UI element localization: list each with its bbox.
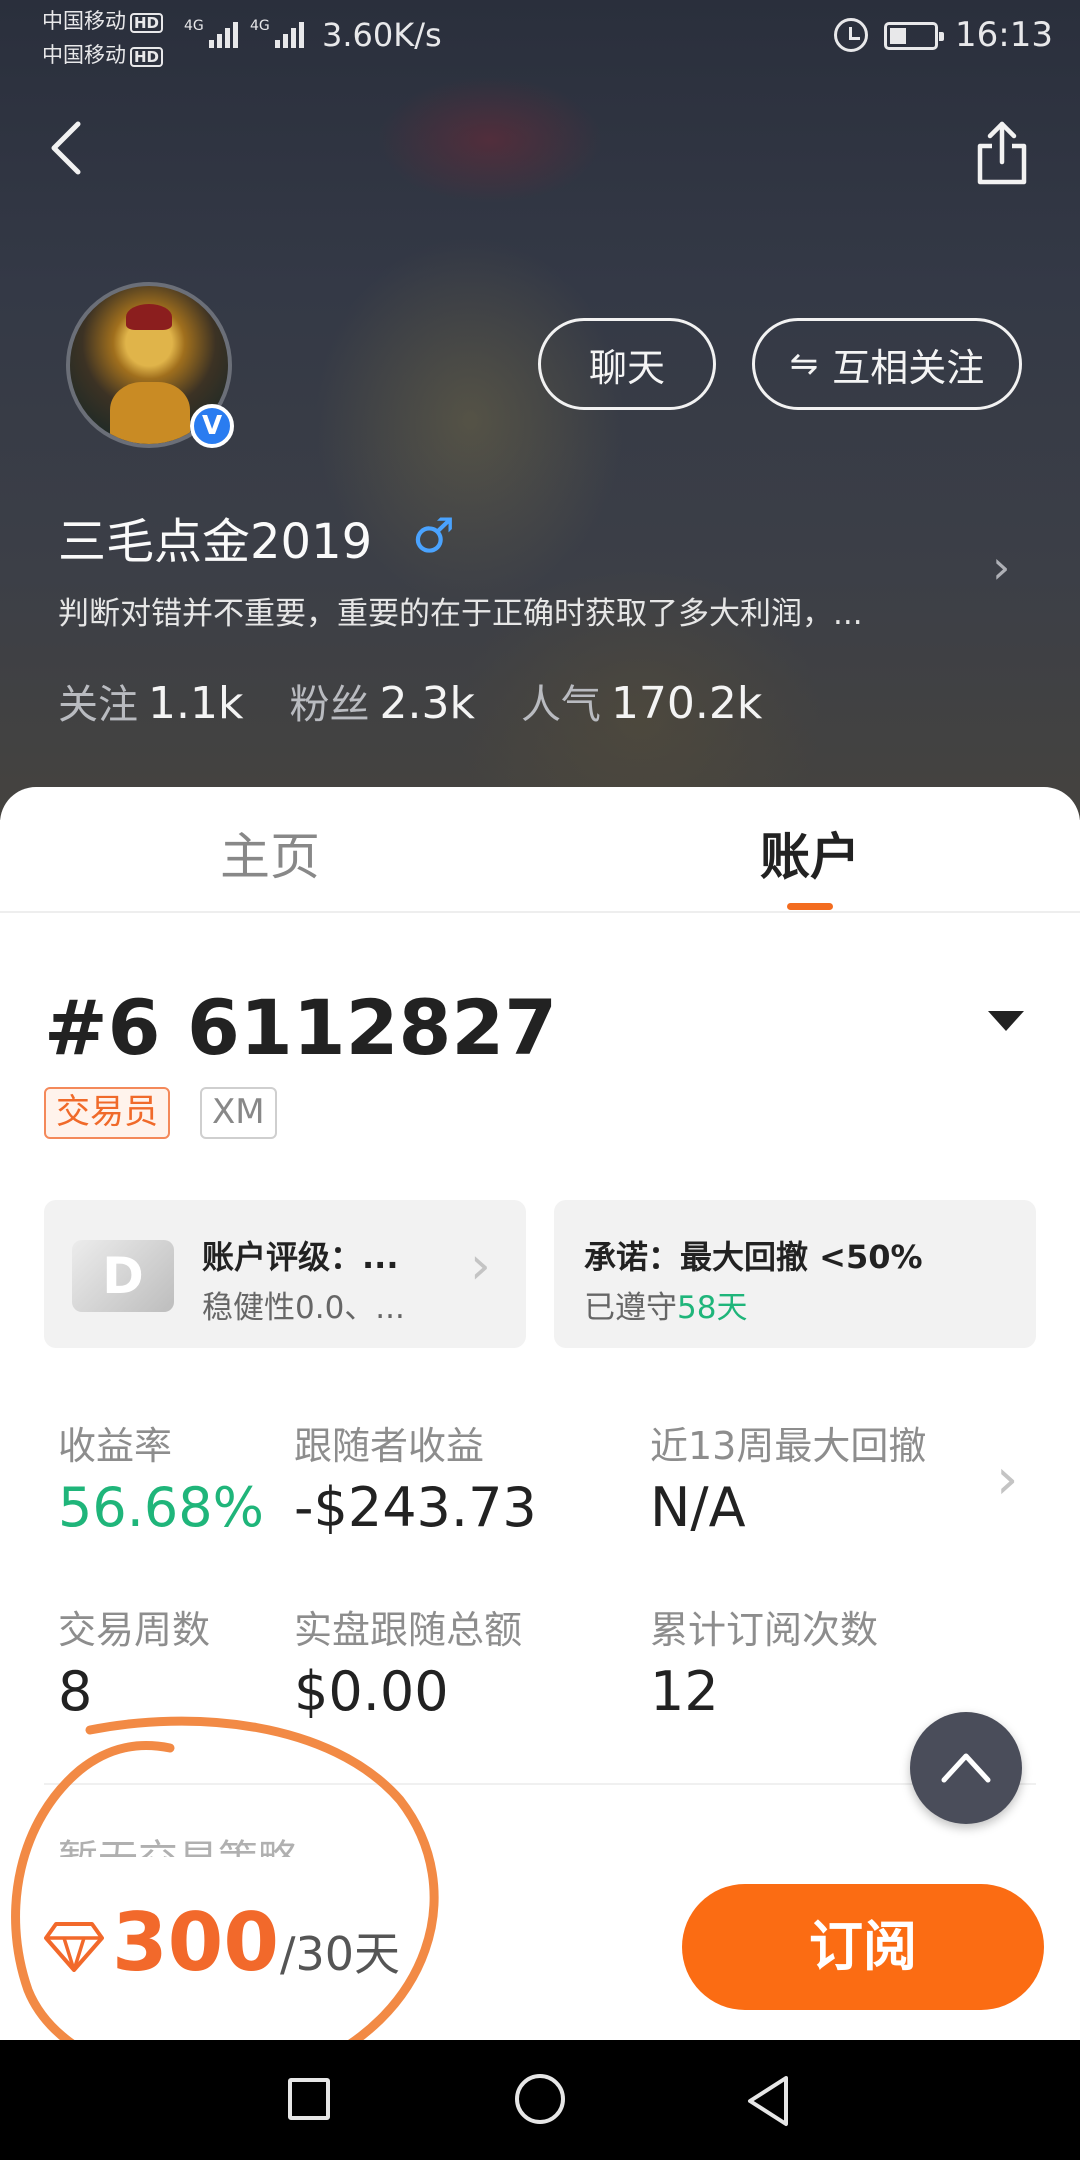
signal-icon: 4G: [184, 18, 238, 48]
metric-max-drawdown[interactable]: 近13周最大回撤 N/A: [650, 1415, 926, 1539]
active-tab-indicator: [787, 903, 833, 910]
system-navigation-bar: [0, 2040, 1080, 2160]
rating-title: 账户评级：...: [202, 1238, 399, 1276]
tab-bar: 主页 账户: [0, 787, 1080, 913]
verified-badge-icon: V: [190, 404, 234, 448]
mutual-follow-button[interactable]: ⇋ 互相关注: [752, 318, 1022, 410]
chevron-right-icon[interactable]: ›: [992, 540, 1010, 594]
alarm-icon: [834, 18, 868, 52]
carrier-1: 中国移动 HD: [42, 8, 164, 34]
subscribe-button[interactable]: 订阅: [682, 1884, 1044, 2010]
metric-subscription-count: 累计订阅次数 12: [650, 1608, 879, 1723]
mutual-follow-label: 互相关注: [832, 345, 985, 390]
rating-grade-badge: D: [72, 1240, 174, 1312]
recent-apps-icon[interactable]: [288, 2078, 330, 2120]
nav-back-icon[interactable]: [744, 2074, 792, 2128]
clock: 16:13: [955, 15, 1053, 55]
chevron-right-icon: ›: [470, 1236, 491, 1296]
subscription-period: /30天: [280, 1927, 401, 1981]
carrier-2: 中国移动 HD: [42, 42, 164, 68]
rating-subtitle: 稳健性0.0、...: [202, 1290, 405, 1326]
stat-fans[interactable]: 粉丝 2.3k: [289, 672, 474, 730]
stat-popularity: 人气 170.2k: [520, 678, 763, 729]
dropdown-triangle-icon[interactable]: [988, 1011, 1024, 1031]
tab-account[interactable]: 账户: [660, 817, 960, 889]
metric-trading-weeks: 交易周数 8: [58, 1608, 211, 1723]
nickname: 三毛点金2019: [58, 514, 373, 570]
battery-icon: [884, 22, 944, 50]
tab-home[interactable]: 主页: [120, 817, 420, 889]
promise-days: 58天: [677, 1290, 748, 1326]
back-arrow-icon[interactable]: [44, 118, 92, 178]
subscription-price: 300: [112, 1896, 279, 1989]
promise-card: 承诺：最大回撤 <50% 已遵守58天: [554, 1200, 1036, 1348]
profile-stats: 关注 1.1k 粉丝 2.3k 人气 170.2k: [58, 672, 808, 730]
broker-tag: XM: [200, 1087, 277, 1139]
chevron-up-icon: [941, 1753, 991, 1783]
metric-return-rate: 收益率 56.68%: [58, 1424, 264, 1539]
diamond-icon: [44, 1922, 104, 1972]
swap-arrows-icon: ⇋: [789, 344, 819, 384]
chevron-right-icon[interactable]: ›: [996, 1447, 1018, 1512]
share-icon[interactable]: [972, 118, 1032, 188]
divider: [44, 1783, 1036, 1785]
strategy-section-heading: 暂无交易策略: [58, 1827, 298, 1857]
role-tag: 交易员: [44, 1087, 170, 1139]
stat-following[interactable]: 关注 1.1k: [58, 672, 243, 730]
promise-subtitle: 已遵守58天: [584, 1290, 748, 1326]
promise-title: 承诺：最大回撤 <50%: [584, 1238, 923, 1276]
metric-follower-profit: 跟随者收益 -$243.73: [294, 1424, 537, 1539]
signal-icon-2: 4G: [250, 18, 304, 48]
metric-live-follow-total: 实盘跟随总额 $0.00: [294, 1608, 523, 1723]
status-bar: 中国移动 HD 中国移动 HD 4G 4G 3.60K/s 16:13: [0, 0, 1080, 72]
male-gender-icon: ♂: [412, 508, 456, 564]
content-sheet: 主页 账户 #6 6112827 交易员 XM D 账户评级：... 稳健性0.…: [0, 787, 1080, 2040]
account-rating-card[interactable]: D 账户评级：... 稳健性0.0、... ›: [44, 1200, 526, 1348]
chat-button[interactable]: 聊天: [538, 318, 716, 410]
account-number: #6 6112827: [44, 983, 558, 1072]
network-speed: 3.60K/s: [322, 16, 442, 54]
scroll-to-top-button[interactable]: [910, 1712, 1022, 1824]
home-icon[interactable]: [515, 2074, 565, 2124]
bio-text: 判断对错并不重要，重要的在于正确时获取了多大利润，...: [58, 596, 863, 632]
chat-button-label: 聊天: [588, 345, 665, 390]
